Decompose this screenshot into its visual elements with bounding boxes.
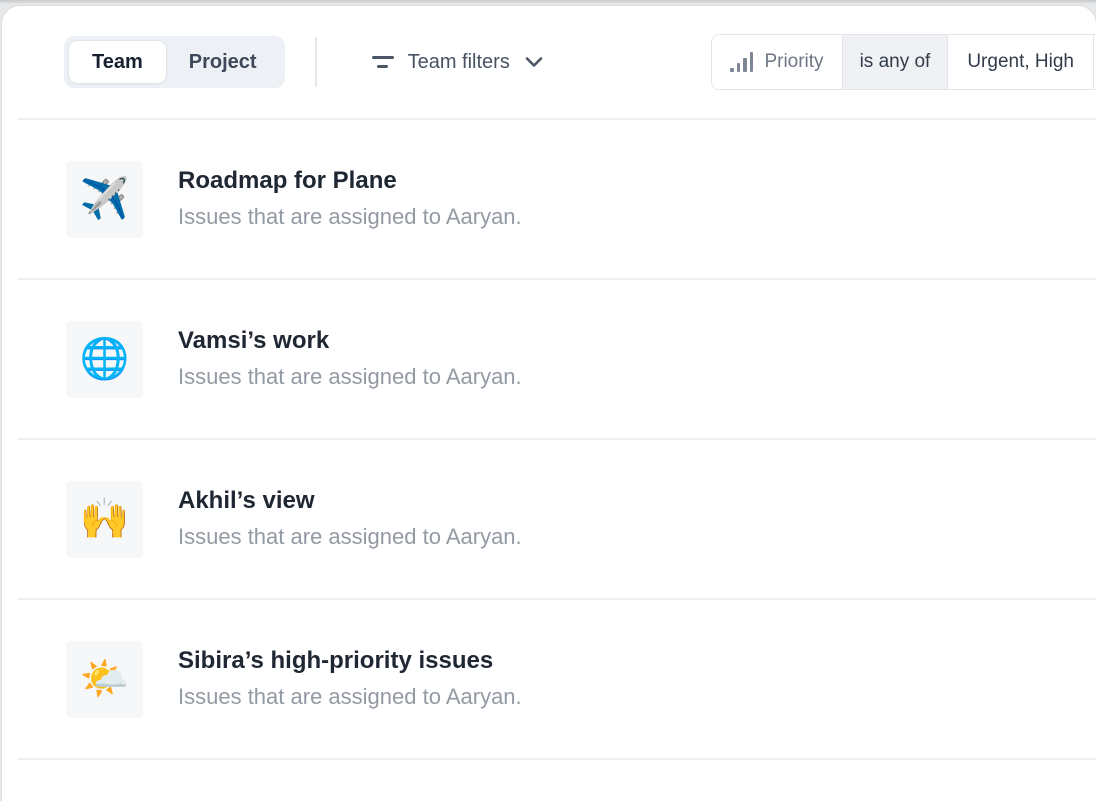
tab-team[interactable]: Team xyxy=(69,41,166,83)
view-description: Issues that are assigned to Aaryan. xyxy=(178,363,522,391)
filter-property-label: Priority xyxy=(764,51,823,73)
airplane-emoji: ✈️ xyxy=(66,161,143,238)
chevron-down-icon xyxy=(525,56,543,68)
view-description: Issues that are assigned to Aaryan. xyxy=(178,203,522,231)
view-title: Sibira’s high-priority issues xyxy=(178,647,522,676)
team-filters-label: Team filters xyxy=(408,51,510,74)
filter-operator-button[interactable]: is any of xyxy=(842,35,949,89)
filter-values-label: Urgent, High xyxy=(967,51,1074,73)
team-filters-button[interactable]: Team filters xyxy=(367,45,547,80)
filter-values-button[interactable]: Urgent, High xyxy=(948,35,1093,89)
view-row-akhils-view[interactable]: 🙌 Akhil’s view Issues that are assigned … xyxy=(2,440,1096,598)
sun-behind-cloud-emoji: 🌤️ xyxy=(66,641,143,718)
view-title: Roadmap for Plane xyxy=(178,167,522,196)
views-toolbar: Team Project Team filters Priority is an… xyxy=(2,6,1096,118)
view-row-roadmap-for-plane[interactable]: ✈️ Roadmap for Plane Issues that are ass… xyxy=(2,120,1096,278)
toolbar-divider xyxy=(315,37,317,87)
filter-operator-label: is any of xyxy=(860,51,931,73)
globe-emoji: 🌐 xyxy=(66,321,143,398)
scope-segmented-control: Team Project xyxy=(64,36,285,88)
filter-property-button[interactable]: Priority xyxy=(712,35,841,89)
views-list: ✈️ Roadmap for Plane Issues that are ass… xyxy=(2,120,1096,760)
view-row-vamsis-work[interactable]: 🌐 Vamsi’s work Issues that are assigned … xyxy=(2,280,1096,438)
priority-bars-icon xyxy=(730,52,753,72)
filter-icon xyxy=(371,56,395,68)
tab-project[interactable]: Project xyxy=(166,41,280,83)
main-panel: Team Project Team filters Priority is an… xyxy=(2,6,1096,801)
view-description: Issues that are assigned to Aaryan. xyxy=(178,523,522,551)
view-title: Vamsi’s work xyxy=(178,327,522,356)
priority-filter-chip: Priority is any of Urgent, High xyxy=(711,34,1096,90)
view-row-sibiras-high-priority-issues[interactable]: 🌤️ Sibira’s high-priority issues Issues … xyxy=(2,600,1096,758)
view-title: Akhil’s view xyxy=(178,487,522,516)
raised-hands-emoji: 🙌 xyxy=(66,481,143,558)
row-divider xyxy=(18,758,1096,760)
view-description: Issues that are assigned to Aaryan. xyxy=(178,683,522,711)
